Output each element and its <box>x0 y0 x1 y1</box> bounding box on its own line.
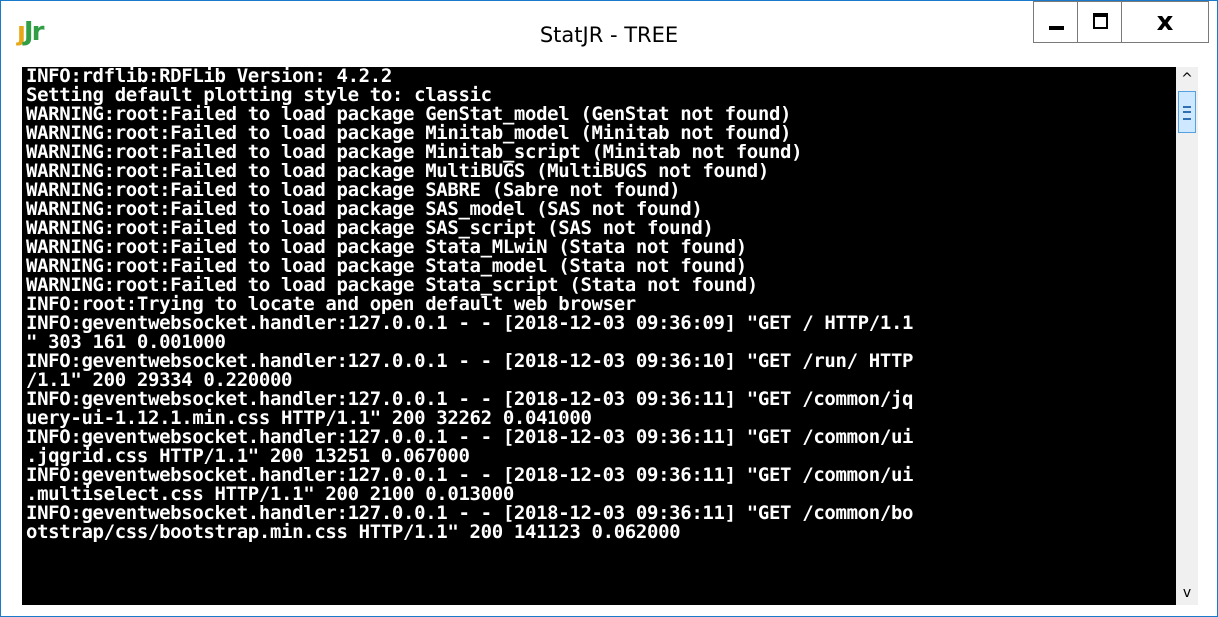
console-lines: INFO:rdflib:RDFLib Version: 4.2.2 Setting… <box>26 67 913 542</box>
scroll-thumb[interactable] <box>1178 91 1196 133</box>
minimize-icon <box>1049 26 1064 30</box>
vertical-scrollbar[interactable]: ^ v <box>1176 67 1198 605</box>
minimize-button[interactable] <box>1033 1 1078 43</box>
title-bar[interactable]: ȷJr StatJR - TREE x <box>1 1 1217 67</box>
maximize-icon <box>1093 13 1108 29</box>
scroll-down-arrow-icon[interactable]: v <box>1176 581 1198 605</box>
console-window: ȷJr StatJR - TREE x INFO:rdflib:RDFLib V… <box>0 0 1218 617</box>
maximize-button[interactable] <box>1077 1 1122 43</box>
grip-icon <box>1183 106 1191 120</box>
close-icon: x <box>1156 7 1174 37</box>
console-line: otstrap/css/bootstrap.min.css HTTP/1.1" … <box>26 521 681 543</box>
scroll-up-arrow-icon[interactable]: ^ <box>1176 67 1198 91</box>
console-output[interactable]: INFO:rdflib:RDFLib Version: 4.2.2 Setting… <box>22 67 1176 605</box>
close-button[interactable]: x <box>1121 1 1209 43</box>
